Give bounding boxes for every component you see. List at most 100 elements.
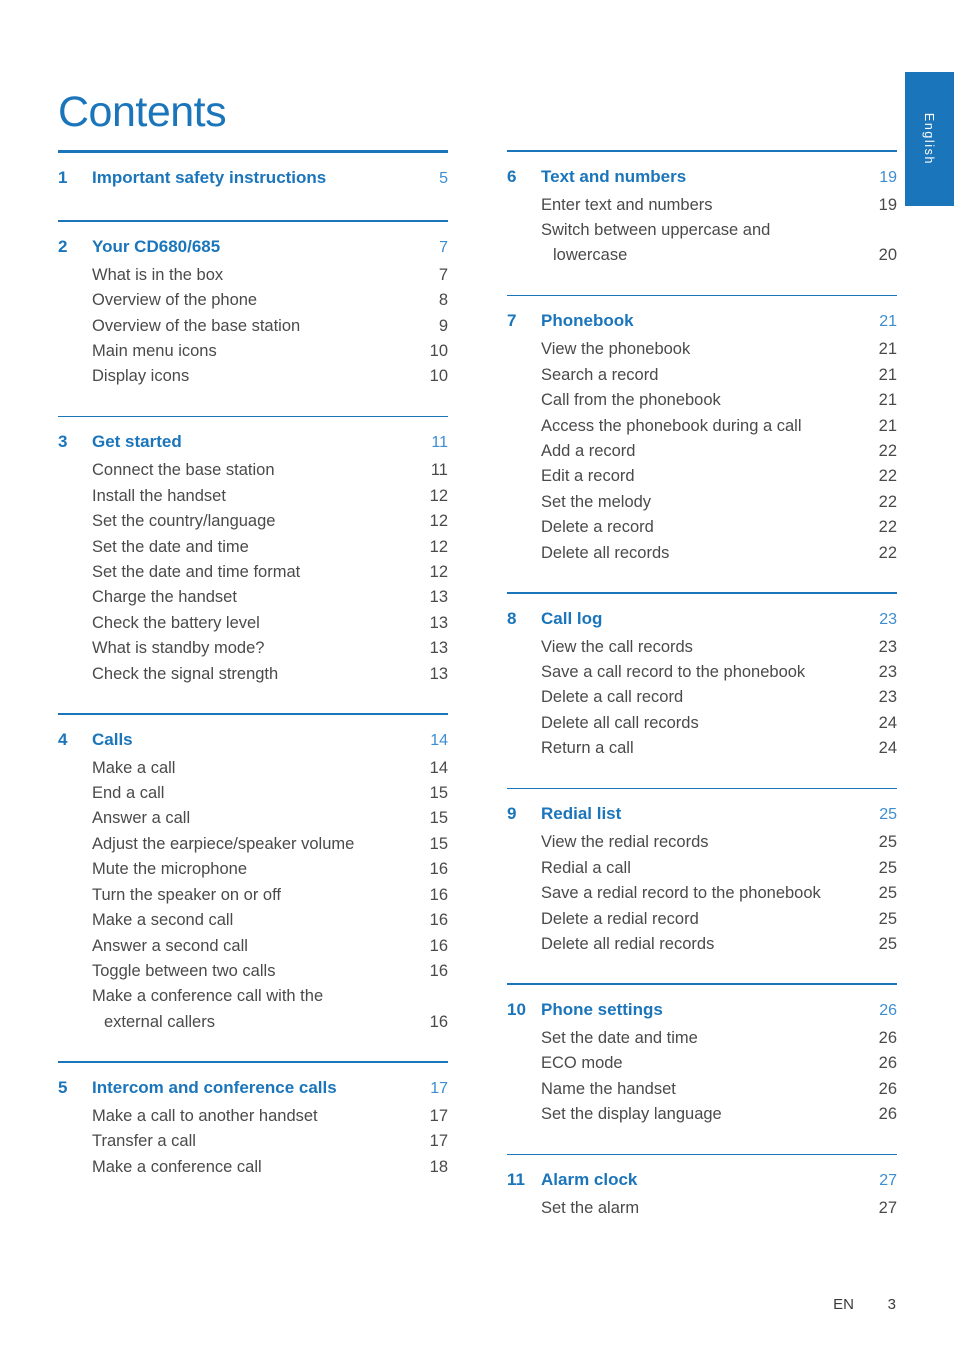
- toc-entry[interactable]: Call from the phonebook 21: [507, 388, 897, 413]
- toc-entry-page-number: 12: [429, 537, 448, 556]
- section-heading[interactable]: 4 Calls 14: [58, 725, 448, 756]
- toc-entry[interactable]: external callers 16: [58, 1010, 448, 1035]
- section-heading[interactable]: 2 Your CD680/685 7: [58, 232, 448, 263]
- toc-section: 11 Alarm clock 27 Set the alarm 27: [507, 1153, 897, 1222]
- toc-entry[interactable]: What is standby mode? 13: [58, 636, 448, 661]
- toc-section: 2 Your CD680/685 7 What is in the box 7 Overv…: [58, 220, 448, 390]
- toc-entry[interactable]: Set the date and time 12: [58, 535, 448, 560]
- toc-entry[interactable]: Mute the microphone 16: [58, 857, 448, 882]
- toc-entry[interactable]: View the redial records 25: [507, 830, 897, 855]
- toc-entry[interactable]: Set the alarm 27: [507, 1196, 897, 1221]
- toc-entry[interactable]: Main menu icons 10: [58, 339, 448, 364]
- toc-entry[interactable]: Set the date and time 26: [507, 1026, 897, 1051]
- toc-entry[interactable]: Make a second call 16: [58, 908, 448, 933]
- section-number: 5: [58, 1077, 68, 1097]
- toc-column-left: 1 Important safety instructions 5 2 Your CD6…: [58, 150, 448, 1180]
- toc-entry[interactable]: Delete all call records 24: [507, 711, 897, 736]
- toc-entry-label: Check the signal strength: [92, 664, 279, 683]
- toc-entry-label: Add a record: [541, 442, 636, 461]
- toc-entry[interactable]: lowercase 20: [507, 243, 897, 268]
- toc-entry[interactable]: Check the signal strength 13: [58, 662, 448, 687]
- toc-entry-page-number: 17: [429, 1132, 448, 1151]
- toc-entry[interactable]: Enter text and numbers 19: [507, 193, 897, 218]
- section-title: Alarm clock: [541, 1170, 638, 1190]
- toc-entry[interactable]: Turn the speaker on or off 16: [58, 883, 448, 908]
- toc-entry[interactable]: Adjust the earpiece/speaker volume 15: [58, 832, 448, 857]
- toc-entry[interactable]: View the phonebook 21: [507, 337, 897, 362]
- toc-entry-label: external callers: [104, 1012, 215, 1031]
- toc-entry[interactable]: Edit a record 22: [507, 464, 897, 489]
- toc-entry[interactable]: Set the melody 22: [507, 490, 897, 515]
- toc-entry-label: Name the handset: [541, 1079, 676, 1098]
- toc-entry[interactable]: Delete a call record 23: [507, 685, 897, 710]
- toc-entry[interactable]: Check the battery level 13: [58, 611, 448, 636]
- toc-entry[interactable]: ECO mode 26: [507, 1051, 897, 1076]
- toc-entry[interactable]: Delete all records 22: [507, 541, 897, 566]
- section-heading[interactable]: 10 Phone settings 26: [507, 995, 897, 1026]
- toc-entry[interactable]: Switch between uppercase and: [507, 218, 897, 243]
- toc-entry[interactable]: Make a call 14: [58, 756, 448, 781]
- toc-entry-page-number: 24: [878, 739, 897, 758]
- section-divider: [507, 1153, 897, 1156]
- toc-entry-page-number: 13: [429, 664, 448, 683]
- section-title: Phonebook: [541, 311, 634, 331]
- toc-entry[interactable]: What is in the box 7: [58, 263, 448, 288]
- toc-entry[interactable]: Charge the handset 13: [58, 585, 448, 610]
- toc-entry[interactable]: Overview of the base station 9: [58, 314, 448, 339]
- section-title: Phone settings: [541, 999, 663, 1019]
- toc-entry[interactable]: End a call 15: [58, 781, 448, 806]
- toc-entry-label: Return a call: [541, 739, 634, 758]
- toc-entry-page-number: 21: [878, 365, 897, 384]
- section-heading[interactable]: 1 Important safety instructions 5: [58, 163, 448, 194]
- section-heading[interactable]: 6 Text and numbers 19: [507, 162, 897, 193]
- section-heading[interactable]: 3 Get started 11: [58, 427, 448, 458]
- toc-entry[interactable]: Transfer a call 17: [58, 1129, 448, 1154]
- toc-entry[interactable]: Add a record 22: [507, 439, 897, 464]
- toc-entry[interactable]: Save a redial record to the phonebook 25: [507, 881, 897, 906]
- toc-section: 5 Intercom and conference calls 17 Make a c…: [58, 1061, 448, 1180]
- toc-entry-page-number: 12: [429, 563, 448, 582]
- toc-entry[interactable]: Redial a call 25: [507, 856, 897, 881]
- toc-entry[interactable]: Connect the base station 11: [58, 458, 448, 483]
- toc-entry[interactable]: Save a call record to the phonebook 23: [507, 660, 897, 685]
- toc-entry[interactable]: Answer a second call 16: [58, 934, 448, 959]
- toc-entry[interactable]: Make a conference call with the: [58, 984, 448, 1009]
- toc-entry-label: Delete a record: [541, 518, 654, 537]
- toc-section: 1 Important safety instructions 5: [58, 150, 448, 194]
- toc-entry[interactable]: Delete a record 22: [507, 515, 897, 540]
- toc-entry[interactable]: Name the handset 26: [507, 1077, 897, 1102]
- toc-entry-label: Mute the microphone: [92, 860, 248, 879]
- toc-entry[interactable]: Answer a call 15: [58, 806, 448, 831]
- section-heading[interactable]: 9 Redial list 25: [507, 799, 897, 830]
- toc-entry[interactable]: Set the date and time format 12: [58, 560, 448, 585]
- section-heading[interactable]: 8 Call log 23: [507, 604, 897, 635]
- toc-entry-page-number: 21: [878, 391, 897, 410]
- toc-entry[interactable]: Set the display language 26: [507, 1102, 897, 1127]
- toc-entry[interactable]: Display icons 10: [58, 364, 448, 389]
- section-page-number: 7: [439, 238, 448, 256]
- toc-entry[interactable]: Make a conference call 18: [58, 1155, 448, 1180]
- toc-entry-page-number: 16: [429, 936, 448, 955]
- toc-entry-label: Delete a redial record: [541, 909, 699, 928]
- toc-entry[interactable]: Set the country/language 12: [58, 509, 448, 534]
- toc-entry[interactable]: Make a call to another handset 17: [58, 1104, 448, 1129]
- section-title: Intercom and conference calls: [92, 1077, 337, 1097]
- section-heading[interactable]: 5 Intercom and conference calls 17: [58, 1073, 448, 1104]
- toc-entry[interactable]: Install the handset 12: [58, 484, 448, 509]
- toc-entry-label: Delete all records: [541, 543, 670, 562]
- toc-entry[interactable]: Search a record 21: [507, 363, 897, 388]
- toc-entry[interactable]: Access the phonebook during a call 21: [507, 414, 897, 439]
- toc-entry[interactable]: Delete all redial records 25: [507, 932, 897, 957]
- toc-entry[interactable]: Overview of the phone 8: [58, 288, 448, 313]
- toc-entry[interactable]: View the call records 23: [507, 635, 897, 660]
- toc-entry[interactable]: Delete a redial record 25: [507, 907, 897, 932]
- toc-entry[interactable]: Return a call 24: [507, 736, 897, 761]
- toc-entry[interactable]: Toggle between two calls 16: [58, 959, 448, 984]
- section-heading[interactable]: 7 Phonebook 21: [507, 306, 897, 337]
- section-page-number: 25: [879, 806, 897, 824]
- toc-entry-label: Make a call to another handset: [92, 1106, 318, 1125]
- toc-entry-page-number: 13: [429, 613, 448, 632]
- section-heading[interactable]: 11 Alarm clock 27: [507, 1165, 897, 1196]
